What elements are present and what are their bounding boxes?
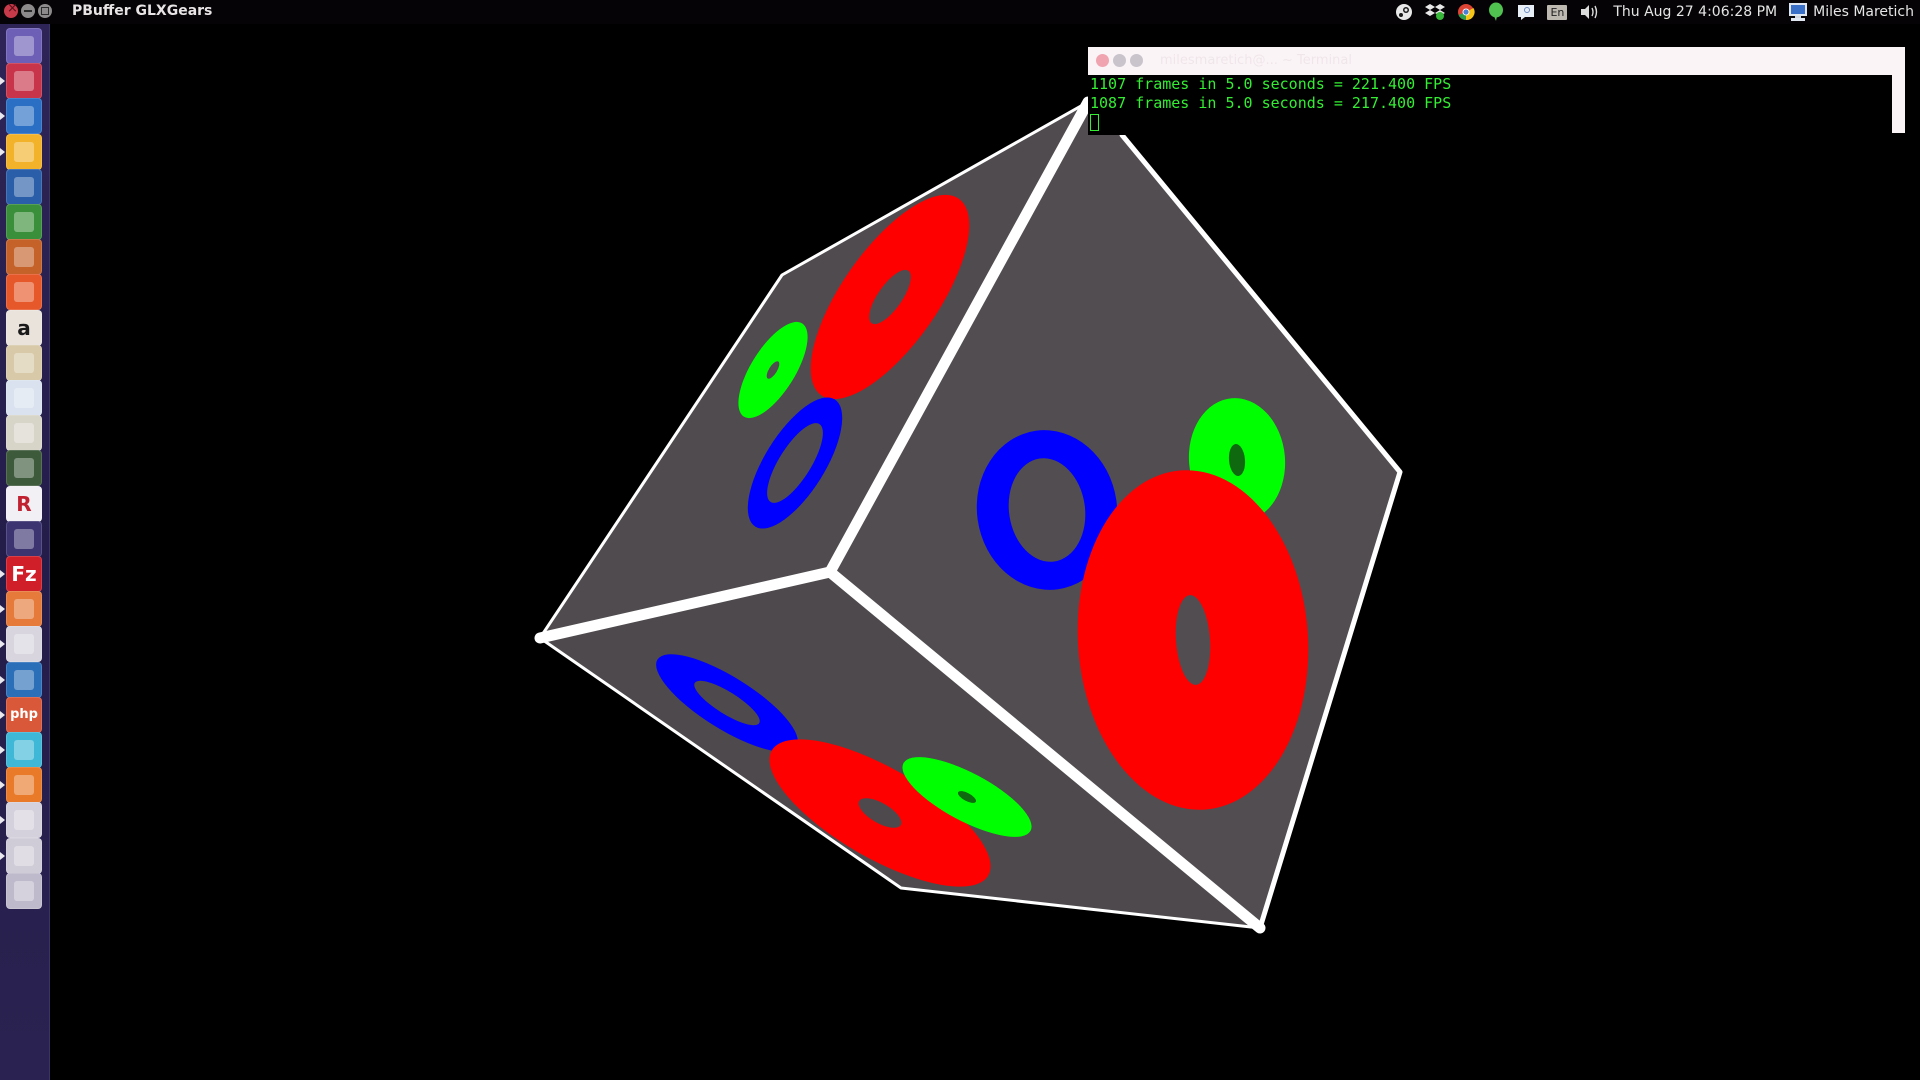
system-monitor-icon <box>14 458 34 479</box>
obs-studio-icon <box>14 810 34 831</box>
app-circle-icon <box>14 528 34 549</box>
launcher-item-libreoffice-impress[interactable] <box>6 239 42 276</box>
launcher-item-workspace-switcher[interactable] <box>6 837 42 874</box>
launcher-item-chrome[interactable] <box>6 133 42 170</box>
terminal-window-controls <box>1096 54 1143 67</box>
software-center-icon <box>14 282 34 303</box>
libreoffice-calc-icon <box>14 212 34 232</box>
launcher-item-terminal[interactable] <box>6 626 42 663</box>
image-viewer-icon <box>14 388 34 408</box>
terminal-cursor <box>1090 114 1099 131</box>
launcher-item-rstudio[interactable]: R <box>6 485 42 522</box>
text-editor-icon <box>14 599 34 620</box>
running-indicator <box>0 781 5 790</box>
terminal-output[interactable]: 1107 frames in 5.0 seconds = 221.400 FPS… <box>1088 75 1894 135</box>
launcher-item-color-app[interactable] <box>6 767 42 804</box>
launcher-item-amazon[interactable]: a <box>6 309 42 346</box>
launcher-item-text-editor[interactable] <box>6 591 42 628</box>
launcher: a R Fz php <box>0 24 50 1080</box>
launcher-item-files[interactable] <box>6 344 42 381</box>
libreoffice-writer-icon <box>14 176 34 197</box>
workspace-switcher-icon <box>14 845 34 866</box>
running-indicator <box>0 675 5 684</box>
libreoffice-impress-icon <box>14 247 34 268</box>
launcher-item-mesh-app[interactable] <box>6 732 42 768</box>
window-minimize-button[interactable] <box>21 4 35 18</box>
thunderbird-icon <box>14 106 34 127</box>
running-indicator <box>0 746 5 754</box>
messaging-icon[interactable] <box>1511 0 1541 24</box>
steam-icon[interactable] <box>1389 0 1419 24</box>
hangouts-icon[interactable] <box>1481 0 1511 24</box>
window-maximize-button[interactable] <box>38 4 52 18</box>
launcher-item-thunderbird[interactable] <box>6 98 42 135</box>
glxgears-cube-scene <box>534 96 1403 934</box>
running-indicator <box>0 640 5 649</box>
amazon-icon: a <box>17 315 31 340</box>
launcher-item-image-viewer[interactable] <box>6 380 42 416</box>
mesh-app-icon <box>14 740 34 760</box>
launcher-item-steam[interactable] <box>6 661 42 698</box>
keyboard-language-indicator[interactable]: En <box>1541 0 1573 24</box>
steam-icon <box>14 669 34 690</box>
terminal-prompt-line <box>1090 113 1894 136</box>
launcher-item-file-cabinet[interactable] <box>6 63 42 100</box>
running-indicator <box>0 816 5 825</box>
app-title: PBuffer GLXGears <box>72 3 213 19</box>
volume-icon[interactable] <box>1573 0 1605 24</box>
running-indicator <box>0 147 5 156</box>
dropbox-icon[interactable] <box>1419 0 1451 24</box>
launcher-item-bleachbit[interactable] <box>6 415 42 452</box>
launcher-item-libreoffice-writer[interactable] <box>6 168 42 205</box>
window-controls <box>4 1 52 18</box>
filezilla-icon: Fz <box>11 562 37 586</box>
terminal-icon <box>14 634 34 655</box>
terminal-close-button[interactable] <box>1096 54 1109 67</box>
terminal-line: 1107 frames in 5.0 seconds = 221.400 FPS <box>1090 75 1452 93</box>
running-indicator <box>0 851 5 860</box>
running-indicator <box>0 112 5 121</box>
language-badge: En <box>1547 4 1568 20</box>
clock[interactable]: Thu Aug 27 4:06:28 PM <box>1605 4 1787 20</box>
user-name[interactable]: Miles Maretich <box>1813 4 1920 20</box>
php-app-icon: php <box>10 707 38 723</box>
rstudio-icon: R <box>16 491 32 516</box>
computer-icon[interactable] <box>1787 0 1813 24</box>
launcher-item-libreoffice-calc[interactable] <box>6 204 42 240</box>
trash-icon <box>14 880 34 901</box>
indicator-area: En Thu Aug 27 4:06:28 PM Miles Maretich <box>1389 0 1920 24</box>
terminal-title: milesmaretich@... ~ Terminal <box>1160 53 1352 68</box>
running-indicator <box>0 710 5 719</box>
launcher-item-trash[interactable] <box>6 872 42 909</box>
terminal-minimize-button[interactable] <box>1113 54 1126 67</box>
running-indicator <box>0 605 5 614</box>
bleachbit-icon <box>14 423 34 444</box>
terminal-titlebar[interactable]: milesmaretich@... ~ Terminal <box>1088 47 1905 75</box>
chrome-icon <box>14 141 34 162</box>
running-indicator <box>0 77 5 86</box>
launcher-item-app-circle[interactable] <box>6 520 42 557</box>
launcher-item-filezilla[interactable]: Fz <box>6 556 42 592</box>
launcher-item-obs-studio[interactable] <box>6 802 42 839</box>
window-close-button[interactable] <box>4 1 18 18</box>
terminal-window[interactable]: milesmaretich@... ~ Terminal 1107 frames… <box>1088 47 1905 135</box>
terminal-maximize-button[interactable] <box>1130 54 1143 67</box>
top-panel: PBuffer GLXGears En Thu Aug 27 4:06:28 P… <box>0 0 1920 24</box>
files-icon <box>14 352 34 373</box>
launcher-item-dash-home[interactable] <box>6 28 42 64</box>
file-cabinet-icon <box>14 71 34 92</box>
chrome-icon[interactable] <box>1451 0 1481 24</box>
launcher-item-system-monitor[interactable] <box>6 450 42 487</box>
color-app-icon <box>14 775 34 796</box>
running-indicator <box>0 570 5 578</box>
launcher-item-php-app[interactable]: php <box>6 696 42 733</box>
dash-home-icon <box>14 36 34 56</box>
terminal-line: 1087 frames in 5.0 seconds = 217.400 FPS <box>1090 94 1452 112</box>
launcher-item-software-center[interactable] <box>6 274 42 311</box>
terminal-scrollbar[interactable] <box>1892 75 1905 133</box>
